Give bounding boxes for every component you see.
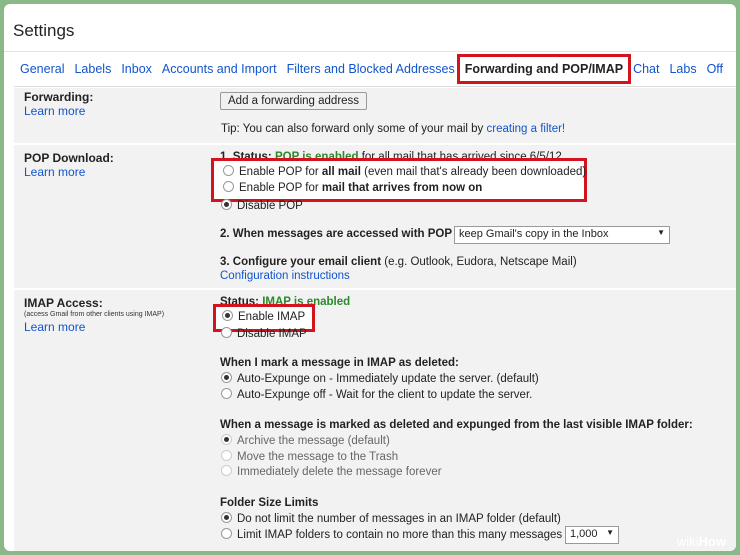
pop-from-now-radio[interactable]	[223, 181, 234, 192]
option-text: Enable POP for	[239, 182, 319, 194]
pop-section: POP Download: Learn more 1. Status: POP …	[14, 145, 736, 288]
tab-general[interactable]: General	[20, 62, 64, 76]
option-text-bold: all mail	[321, 166, 361, 178]
forwarding-tip: Tip: You can also forward only some of y…	[221, 123, 565, 135]
tab-offline[interactable]: Off	[707, 62, 723, 76]
watermark-wiki: wiki	[676, 534, 699, 549]
move-to-trash-option[interactable]: Move the message to the Trash	[221, 450, 398, 463]
move-to-trash-radio[interactable]	[221, 450, 232, 461]
pop-access-select-value: keep Gmail's copy in the Inbox	[459, 228, 609, 240]
imap-section: IMAP Access: (access Gmail from other cl…	[14, 290, 736, 551]
auto-expunge-off-radio[interactable]	[221, 388, 232, 399]
tip-text: Tip: You can also forward only some of y…	[221, 123, 484, 135]
pop-option-from-now[interactable]: Enable POP for mail that arrives from no…	[223, 181, 482, 194]
add-forwarding-address-button[interactable]: Add a forwarding address	[220, 92, 368, 110]
divider	[4, 51, 736, 52]
limit-folder-option[interactable]: Limit IMAP folders to contain no more th…	[221, 528, 562, 541]
imap-access-label: IMAP Access:	[24, 296, 103, 310]
forwarding-learn-more-link[interactable]: Learn more	[24, 104, 85, 118]
no-folder-limit-radio[interactable]	[221, 512, 232, 523]
tab-chat[interactable]: Chat	[633, 62, 659, 76]
configuration-instructions-link[interactable]: Configuration instructions	[220, 270, 350, 282]
option-text: (even mail that's already been downloade…	[364, 166, 587, 178]
settings-tabs: General Labels Inbox Accounts and Import Fil…	[20, 54, 733, 84]
imap-enable-option[interactable]: Enable IMAP	[222, 310, 305, 323]
imap-enable-radio[interactable]	[222, 310, 233, 321]
limit-folder-radio[interactable]	[221, 528, 232, 539]
pop-disable-radio[interactable]	[221, 199, 232, 210]
option-text: Move the message to the Trash	[237, 451, 399, 463]
forwarding-label: Forwarding:	[24, 90, 94, 104]
pop-configure-client: 3. Configure your email client (e.g. Out…	[220, 256, 577, 268]
option-text: Disable IMAP	[237, 328, 307, 340]
configure-heading: 3. Configure your email client	[220, 256, 382, 268]
auto-expunge-off-option[interactable]: Auto-Expunge off - Wait for the client t…	[221, 388, 532, 401]
tab-filters[interactable]: Filters and Blocked Addresses	[287, 62, 455, 76]
folder-limit-select[interactable]: 1,000 ▼	[565, 526, 619, 544]
tab-labs[interactable]: Labs	[669, 62, 696, 76]
auto-expunge-on-option[interactable]: Auto-Expunge on - Immediately update the…	[221, 372, 539, 385]
folder-limit-select-value: 1,000	[570, 528, 598, 540]
wikihow-watermark: wikiHow	[677, 534, 726, 549]
delete-forever-radio[interactable]	[221, 465, 232, 476]
option-text: Archive the message (default)	[237, 435, 390, 447]
imap-disable-radio[interactable]	[221, 327, 232, 338]
archive-message-option[interactable]: Archive the message (default)	[221, 434, 390, 447]
no-folder-limit-option[interactable]: Do not limit the number of messages in a…	[221, 512, 561, 525]
tab-accounts-import[interactable]: Accounts and Import	[162, 62, 277, 76]
pop-access-select[interactable]: keep Gmail's copy in the Inbox ▼	[454, 226, 670, 244]
option-text: Disable POP	[237, 200, 303, 212]
option-text-bold: mail that arrives from now on	[321, 182, 483, 194]
option-text: Auto-Expunge off - Wait for the client t…	[237, 389, 533, 401]
configure-examples: (e.g. Outlook, Eudora, Netscape Mail)	[384, 256, 577, 268]
pop-learn-more-link[interactable]: Learn more	[24, 165, 85, 179]
settings-window: Settings General Labels Inbox Accounts and …	[4, 4, 736, 551]
pop-option-disable[interactable]: Disable POP	[221, 199, 303, 212]
tab-labels[interactable]: Labels	[74, 62, 111, 76]
page-title: Settings	[13, 21, 75, 40]
imap-learn-more-link[interactable]: Learn more	[24, 320, 85, 334]
imap-access-sublabel: (access Gmail from other clients using I…	[24, 311, 165, 318]
option-text: Auto-Expunge on - Immediately update the…	[237, 373, 539, 385]
dropdown-arrow-icon: ▼	[657, 228, 665, 237]
imap-deleted-heading: When I mark a message in IMAP as deleted…	[220, 357, 459, 369]
delete-forever-option[interactable]: Immediately delete the message forever	[221, 465, 442, 478]
auto-expunge-on-radio[interactable]	[221, 372, 232, 383]
divider	[14, 86, 736, 87]
option-text: Limit IMAP folders to contain no more th…	[237, 529, 563, 541]
pop-all-mail-radio[interactable]	[223, 165, 234, 176]
forwarding-section: Forwarding: Learn more Add a forwarding …	[14, 88, 736, 143]
folder-size-heading: Folder Size Limits	[220, 497, 319, 509]
pop-download-label: POP Download:	[24, 151, 114, 165]
pop-options-highlight: Enable POP for all mail (even mail that'…	[211, 158, 587, 202]
pop-option-all-mail[interactable]: Enable POP for all mail (even mail that'…	[223, 165, 586, 178]
option-text: Do not limit the number of messages in a…	[237, 513, 561, 525]
pop-access-question: 2. When messages are accessed with POP	[220, 228, 453, 240]
option-text: Enable IMAP	[238, 311, 306, 323]
dropdown-arrow-icon: ▼	[606, 528, 614, 537]
create-filter-link[interactable]: creating a filter!	[487, 123, 566, 135]
archive-message-radio[interactable]	[221, 434, 232, 445]
option-text: Immediately delete the message forever	[237, 466, 442, 478]
option-text: Enable POP for	[239, 166, 319, 178]
tab-forwarding-pop-imap[interactable]: Forwarding and POP/IMAP	[456, 54, 632, 84]
imap-disable-option[interactable]: Disable IMAP	[221, 327, 307, 340]
imap-expunged-heading: When a message is marked as deleted and …	[220, 419, 693, 431]
watermark-how: How	[698, 534, 726, 549]
tab-inbox[interactable]: Inbox	[121, 62, 152, 76]
